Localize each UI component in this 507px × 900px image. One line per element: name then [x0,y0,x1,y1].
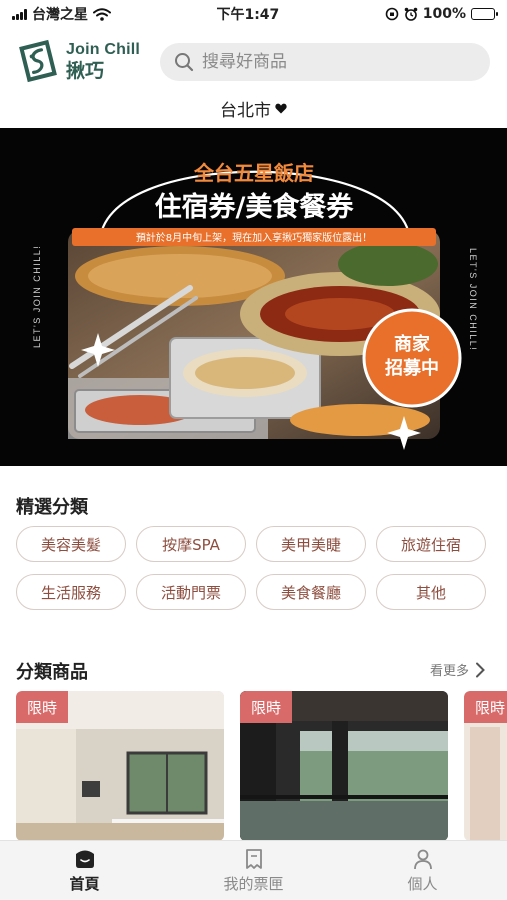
time-limited-tag: 限時 [16,691,68,723]
orientation-lock-icon [385,7,399,21]
promo-banner[interactable]: 全台五星飯店 住宿券/美食餐券 預計於8月中旬上架，現在加入享揪巧獨家版位露出！… [0,128,507,466]
badge-line2: 招募中 [385,357,439,379]
logo-mark-icon [19,39,57,83]
chip-beauty-hair[interactable]: 美容美髮 [16,526,126,562]
chip-other[interactable]: 其他 [376,574,486,610]
see-more-label: 看更多 [429,664,469,679]
products-title: 分類商品 [16,662,88,683]
chip-travel-stay[interactable]: 旅遊住宿 [376,526,486,562]
time-limited-tag: 限時 [240,691,292,723]
product-card[interactable]: 限時 [16,691,224,841]
chip-life-service[interactable]: 生活服務 [16,574,126,610]
search-input[interactable] [202,52,452,72]
logo-text: Join Chill 揪巧 [66,40,140,82]
wifi-icon [93,7,111,21]
banner-notice: 預計於8月中旬上架，現在加入享揪巧獨家版位露出！ [136,231,372,244]
tab-home-label: 首頁 [69,874,100,893]
status-left: 台灣之星 [12,4,111,24]
product-card[interactable]: 限時 [464,691,507,841]
banner-side-text-right: LET'S JOIN CHILL! [468,248,478,351]
city-label: 台北市 [220,101,271,121]
tab-home[interactable]: 首頁 [0,841,169,900]
battery-percent: 100% [422,6,466,22]
chip-massage-spa[interactable]: 按摩SPA [136,526,246,562]
app-header: Join Chill 揪巧 [0,32,507,92]
home-icon [75,850,94,868]
carrier-label: 台灣之星 [32,7,88,23]
battery-icon [471,8,498,20]
city-selector[interactable]: 台北市 [0,96,507,121]
status-time: 下午1:47 [216,7,280,23]
product-carousel: 限時 限時 限時 [16,691,507,841]
signal-icon [12,8,27,20]
tab-profile-label: 個人 [407,874,438,893]
logo-english: Join Chill [66,40,140,58]
alarm-icon [404,7,418,21]
chip-food-restaurant[interactable]: 美食餐廳 [256,574,366,610]
search-bar[interactable] [160,43,490,81]
ticket-wallet-icon [245,848,262,869]
chip-nail-lash[interactable]: 美甲美睫 [256,526,366,562]
time-limited-tag: 限時 [464,691,507,723]
heart-chevron-icon [275,103,287,114]
chevron-right-icon [476,662,485,677]
person-icon [413,849,432,869]
badge-line1: 商家 [394,333,431,355]
chip-event-tickets[interactable]: 活動門票 [136,574,246,610]
tab-my-tickets[interactable]: 我的票匣 [169,841,338,900]
app-logo[interactable]: Join Chill 揪巧 [16,38,140,84]
banner-side-text-left: LET'S JOIN CHILL! [32,245,42,348]
tab-my-tickets-label: 我的票匣 [223,874,284,893]
bottom-tab-bar: 首頁 我的票匣 個人 [0,840,507,900]
see-more-link[interactable]: 看更多 [430,660,485,679]
search-icon [175,53,194,72]
product-card[interactable]: 限時 [240,691,448,841]
featured-title: 精選分類 [16,497,88,518]
status-right: 100% [385,6,498,22]
banner-art: 全台五星飯店 住宿券/美食餐券 預計於8月中旬上架，現在加入享揪巧獨家版位露出！… [32,161,478,450]
banner-title-main: 住宿券/美食餐券 [155,191,355,223]
status-bar: 台灣之星 下午1:47 100% [0,0,507,28]
tab-profile[interactable]: 個人 [338,841,507,900]
logo-chinese: 揪巧 [66,59,105,82]
banner-title-top: 全台五星飯店 [193,161,314,185]
category-chips: 美容美髮 按摩SPA 美甲美睫 旅遊住宿 生活服務 活動門票 美食餐廳 其他 [16,526,496,610]
